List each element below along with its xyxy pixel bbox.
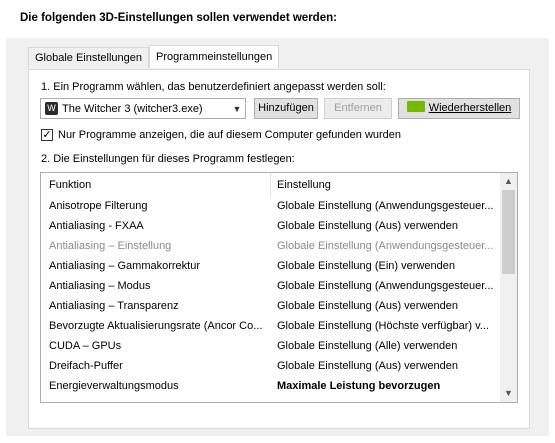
- function-cell: Bevorzugte Aktualisierungsrate (Ancor Co…: [49, 320, 263, 332]
- scroll-down-icon[interactable]: ▼: [500, 385, 517, 402]
- add-button[interactable]: Hinzufügen: [254, 98, 318, 119]
- nvidia-icon: [406, 101, 425, 112]
- setting-cell[interactable]: Globale Einstellung (Anwendungsgesteuer.…: [277, 240, 497, 252]
- tab-global-settings[interactable]: Globale Einstellungen: [28, 47, 150, 68]
- table-row[interactable]: Antialiasing – Einstellung Globale Einst…: [41, 237, 501, 257]
- show-found-programs-checkbox[interactable]: ✓: [41, 129, 53, 141]
- setting-cell[interactable]: Globale Einstellung (Anwendungsgesteuer.…: [277, 280, 497, 292]
- table-row[interactable]: Antialiasing – Gammakorrektur Globale Ei…: [41, 257, 501, 277]
- table-header: Funktion Einstellung: [41, 173, 501, 197]
- table-row[interactable]: Bevorzugte Aktualisierungsrate (Ancor Co…: [41, 317, 501, 337]
- function-cell: Antialiasing – Transparenz: [49, 300, 179, 312]
- chevron-down-icon[interactable]: ▼: [229, 104, 245, 114]
- program-select-value: The Witcher 3 (witcher3.exe): [62, 102, 203, 115]
- setting-cell[interactable]: Maximale Leistung bevorzugen: [277, 380, 497, 392]
- restore-button[interactable]: Wiederherstellen: [398, 98, 520, 119]
- column-header-function[interactable]: Funktion: [49, 179, 91, 191]
- scrollbar-thumb[interactable]: [502, 190, 515, 274]
- scroll-up-icon[interactable]: ▲: [500, 173, 517, 190]
- function-cell: Antialiasing – Gammakorrektur: [49, 260, 201, 272]
- step1-label: 1. Ein Programm wählen, das benutzerdefi…: [41, 81, 386, 93]
- setting-cell[interactable]: Globale Einstellung (Aus) verwenden: [277, 360, 497, 372]
- setting-cell[interactable]: Globale Einstellung (Höchste verfügbar) …: [277, 320, 497, 332]
- table-row[interactable]: Antialiasing – Modus Globale Einstellung…: [41, 277, 501, 297]
- vertical-scrollbar[interactable]: ▲ ▼: [500, 173, 517, 402]
- table-row[interactable]: Energieverwaltungsmodus Maximale Leistun…: [41, 377, 501, 397]
- function-cell: Dreifach-Puffer: [49, 360, 123, 372]
- restore-button-label: Wiederherstellen: [428, 102, 512, 114]
- function-cell: Antialiasing - FXAA: [49, 220, 144, 232]
- function-cell: Energieverwaltungsmodus: [49, 380, 179, 392]
- function-cell: Anisotrope Filterung: [49, 200, 148, 212]
- function-cell: Antialiasing – Modus: [49, 280, 151, 292]
- setting-cell[interactable]: Globale Einstellung (Alle) verwenden: [277, 340, 497, 352]
- witcher-game-icon: W: [45, 102, 58, 115]
- setting-cell[interactable]: Globale Einstellung (Ein) verwenden: [277, 260, 497, 272]
- function-cell: Antialiasing – Einstellung: [49, 240, 172, 252]
- table-row[interactable]: Anisotrope Filterung Globale Einstellung…: [41, 197, 501, 217]
- tab-program-settings[interactable]: Programmeinstellungen: [149, 45, 280, 68]
- table-row[interactable]: Antialiasing – Transparenz Globale Einst…: [41, 297, 501, 317]
- table-row[interactable]: Antialiasing - FXAA Globale Einstellung …: [41, 217, 501, 237]
- column-divider: [270, 173, 271, 197]
- table-row[interactable]: Dreifach-Puffer Globale Einstellung (Aus…: [41, 357, 501, 377]
- setting-cell[interactable]: Globale Einstellung (Aus) verwenden: [277, 300, 497, 312]
- remove-button[interactable]: Entfernen: [324, 98, 392, 119]
- column-header-setting[interactable]: Einstellung: [277, 179, 331, 191]
- tab-bar: Globale Einstellungen Programmeinstellun…: [28, 45, 280, 69]
- program-select[interactable]: W The Witcher 3 (witcher3.exe) ▼: [40, 98, 246, 119]
- page-title: Die folgenden 3D-Einstellungen sollen ve…: [20, 12, 337, 24]
- settings-table: Funktion Einstellung Anisotrope Filterun…: [40, 172, 518, 403]
- setting-cell[interactable]: Globale Einstellung (Anwendungsgesteuer.…: [277, 200, 497, 212]
- show-found-programs-label[interactable]: Nur Programme anzeigen, die auf diesem C…: [58, 129, 401, 141]
- table-row[interactable]: CUDA – GPUs Globale Einstellung (Alle) v…: [41, 337, 501, 357]
- step2-label: 2. Die Einstellungen für dieses Programm…: [41, 153, 295, 165]
- function-cell: CUDA – GPUs: [49, 340, 122, 352]
- setting-cell[interactable]: Globale Einstellung (Aus) verwenden: [277, 220, 497, 232]
